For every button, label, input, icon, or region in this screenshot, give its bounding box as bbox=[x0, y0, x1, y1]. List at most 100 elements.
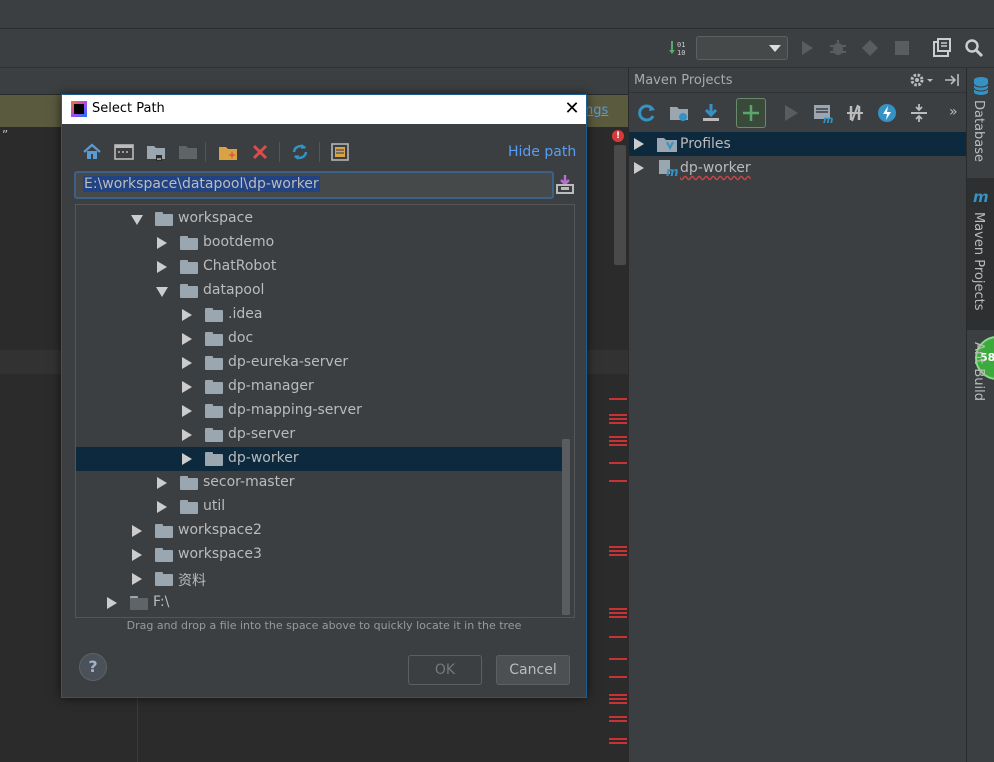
refresh-icon[interactable] bbox=[288, 140, 312, 164]
hide-path-link[interactable]: Hide path bbox=[508, 144, 576, 160]
tree-row[interactable]: bootdemo bbox=[76, 231, 562, 255]
expand-arrow-icon[interactable] bbox=[182, 405, 192, 417]
tree-row[interactable]: 资料 bbox=[76, 567, 562, 591]
expand-arrow-icon[interactable] bbox=[634, 138, 644, 150]
error-stripe-mark[interactable] bbox=[609, 546, 627, 548]
delete-icon[interactable] bbox=[248, 140, 272, 164]
expand-arrow-icon[interactable] bbox=[182, 429, 192, 441]
expand-arrow-icon[interactable] bbox=[132, 573, 142, 585]
execute-goal-icon[interactable]: m bbox=[811, 101, 835, 125]
error-stripe-mark[interactable] bbox=[609, 616, 627, 618]
stop-icon[interactable] bbox=[892, 38, 912, 58]
module-folder-icon[interactable] bbox=[176, 140, 200, 164]
error-stripe-mark[interactable] bbox=[609, 738, 627, 740]
error-stripe-mark[interactable] bbox=[609, 422, 627, 424]
expand-arrow-icon[interactable] bbox=[182, 453, 192, 465]
search-icon[interactable] bbox=[964, 38, 984, 58]
error-stripe-mark[interactable] bbox=[609, 414, 627, 416]
maven-tree-row-dp-worker[interactable]: m dp-worker bbox=[629, 156, 967, 180]
gear-icon[interactable] bbox=[908, 71, 934, 93]
tree-row[interactable]: dp-eureka-server bbox=[76, 351, 562, 375]
error-stripe-mark[interactable] bbox=[609, 554, 627, 556]
error-stripe-mark[interactable] bbox=[609, 636, 627, 638]
tree-row[interactable]: doc bbox=[76, 327, 562, 351]
tree-row[interactable]: ChatRobot bbox=[76, 255, 562, 279]
tree-row[interactable]: workspace bbox=[76, 207, 562, 231]
expand-arrow-icon[interactable] bbox=[157, 237, 167, 249]
error-stripe-mark[interactable] bbox=[609, 480, 627, 482]
run-icon[interactable] bbox=[797, 38, 817, 58]
tree-row[interactable]: F:\ bbox=[76, 591, 562, 615]
error-stripe-mark[interactable] bbox=[609, 694, 627, 696]
file-tree[interactable]: workspace bootdemo ChatRobot datapool .idea d… bbox=[75, 204, 575, 618]
tree-row[interactable]: dp-mapping-server bbox=[76, 399, 562, 423]
error-stripe-mark[interactable] bbox=[609, 720, 627, 722]
error-stripe-mark[interactable] bbox=[609, 440, 627, 442]
expand-arrow-icon[interactable] bbox=[634, 162, 644, 174]
expand-arrow-icon[interactable] bbox=[182, 357, 192, 369]
notification-link[interactable]: ngs bbox=[585, 103, 608, 118]
toggle-offline-icon[interactable] bbox=[843, 101, 867, 125]
maven-tree-row-profiles[interactable]: Profiles bbox=[629, 132, 967, 156]
maven-tool-tab[interactable]: m Maven Projects bbox=[967, 178, 994, 330]
error-stripe-mark[interactable] bbox=[609, 742, 627, 744]
error-indicator-icon[interactable]: ! bbox=[612, 130, 624, 142]
expand-arrow-icon[interactable] bbox=[132, 549, 142, 561]
help-button[interactable]: ? bbox=[79, 653, 107, 681]
error-stripe-mark[interactable] bbox=[609, 698, 627, 700]
close-icon[interactable]: ✕ bbox=[562, 99, 582, 119]
collapse-arrow-icon[interactable] bbox=[131, 215, 143, 225]
editor-scrollbar[interactable] bbox=[614, 145, 626, 265]
coverage-icon[interactable] bbox=[860, 38, 880, 58]
desktop-icon[interactable] bbox=[112, 140, 136, 164]
hide-panel-icon[interactable] bbox=[943, 71, 961, 93]
path-history-icon[interactable] bbox=[556, 174, 574, 194]
error-stripe-mark[interactable] bbox=[609, 702, 627, 704]
cancel-button[interactable]: Cancel bbox=[496, 655, 570, 685]
add-maven-project-button[interactable] bbox=[736, 98, 766, 128]
collapse-arrow-icon[interactable] bbox=[156, 287, 168, 297]
download-icon[interactable] bbox=[699, 101, 723, 125]
expand-arrow-icon[interactable] bbox=[157, 261, 167, 273]
error-stripe-mark[interactable] bbox=[609, 658, 627, 660]
run-config-select[interactable] bbox=[696, 36, 788, 60]
error-stripe-mark[interactable] bbox=[609, 444, 627, 446]
reimport-icon[interactable] bbox=[635, 101, 659, 125]
error-stripe-mark[interactable] bbox=[609, 612, 627, 614]
collapse-all-icon[interactable] bbox=[907, 101, 931, 125]
more-actions-icon[interactable]: » bbox=[949, 104, 958, 120]
tree-row[interactable]: dp-worker bbox=[76, 447, 562, 471]
debug-icon[interactable] bbox=[828, 38, 848, 58]
tree-row[interactable]: workspace2 bbox=[76, 519, 562, 543]
error-stripe-mark[interactable] bbox=[609, 676, 627, 678]
expand-arrow-icon[interactable] bbox=[107, 597, 117, 609]
tree-row[interactable]: .idea bbox=[76, 303, 562, 327]
project-structure-icon[interactable] bbox=[932, 38, 952, 58]
error-stripe-mark[interactable] bbox=[609, 550, 627, 552]
expand-arrow-icon[interactable] bbox=[182, 333, 192, 345]
generate-sources-icon[interactable] bbox=[667, 101, 691, 125]
database-icon[interactable] bbox=[972, 76, 990, 100]
project-folder-icon[interactable] bbox=[144, 140, 168, 164]
tree-scrollbar[interactable] bbox=[562, 439, 570, 615]
ant-build-tool-tab[interactable]: Ant Build bbox=[971, 342, 986, 401]
tree-row[interactable]: dp-server bbox=[76, 423, 562, 447]
expand-arrow-icon[interactable] bbox=[182, 381, 192, 393]
home-icon[interactable] bbox=[80, 140, 104, 164]
dialog-titlebar[interactable]: Select Path ✕ bbox=[62, 95, 586, 124]
error-stripe-mark[interactable] bbox=[609, 462, 627, 464]
error-stripe-mark[interactable] bbox=[609, 608, 627, 610]
ok-button[interactable]: OK bbox=[408, 655, 482, 685]
error-stripe-mark[interactable] bbox=[609, 418, 627, 420]
tree-row[interactable]: dp-manager bbox=[76, 375, 562, 399]
expand-arrow-icon[interactable] bbox=[182, 309, 192, 321]
new-folder-icon[interactable] bbox=[216, 140, 240, 164]
tree-row[interactable]: secor-master bbox=[76, 471, 562, 495]
error-stripe-mark[interactable] bbox=[609, 398, 627, 400]
error-stripe-mark[interactable] bbox=[609, 436, 627, 438]
show-hidden-icon[interactable] bbox=[328, 140, 352, 164]
tree-row[interactable]: datapool bbox=[76, 279, 562, 303]
database-tool-tab[interactable]: Database bbox=[971, 100, 986, 162]
expand-arrow-icon[interactable] bbox=[132, 525, 142, 537]
error-stripe-mark[interactable] bbox=[609, 716, 627, 718]
